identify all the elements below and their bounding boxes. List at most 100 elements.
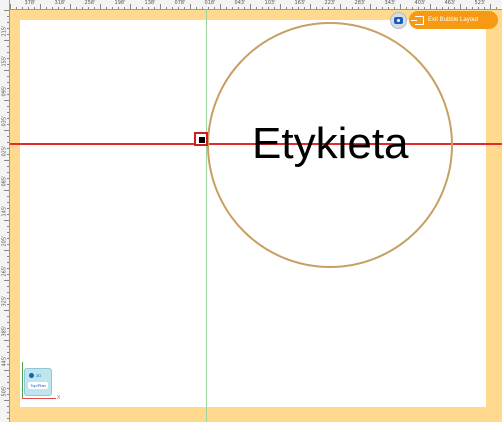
left-ruler-tick [7,298,9,299]
top-ruler-tick [466,7,467,9]
left-ruler-tick [7,256,9,257]
top-ruler-tick [196,7,197,9]
top-ruler-tick [430,4,431,9]
top-ruler-tick [346,7,347,9]
top-ruler-tick [52,7,53,9]
top-ruler-tick [76,7,77,9]
top-ruler-tick [154,7,155,9]
left-ruler-tick [7,34,9,35]
y-axis-indicator [22,362,23,398]
left-ruler-tick [7,88,9,89]
selected-node-handle[interactable] [194,132,208,146]
left-ruler-tick [4,10,9,11]
left-ruler-tick [7,28,9,29]
left-ruler-tick [7,316,9,317]
top-ruler-tick [364,7,365,9]
vertical-guide-line[interactable] [206,9,207,422]
left-ruler-tick [7,106,9,107]
left-ruler-tick [7,352,9,353]
top-ruler-tick [424,7,425,9]
left-ruler-tick [7,304,9,305]
top-ruler-tick [328,7,329,9]
top-ruler-label: 018' [204,0,216,6]
left-ruler-tick [4,370,9,371]
top-ruler-tick [208,7,209,9]
top-ruler-label: 318' [54,0,66,6]
top-ruler-tick [142,7,143,9]
top-ruler-tick [178,7,179,9]
top-ruler-tick [406,7,407,9]
top-ruler-tick [412,7,413,9]
left-ruler-tick [7,406,9,407]
top-ruler-tick [172,7,173,9]
top-ruler-tick [316,7,317,9]
top-ruler-tick [352,7,353,9]
top-ruler-tick [190,4,191,9]
left-ruler-tick [7,112,9,113]
top-ruler-tick [478,7,479,9]
left-ruler-tick [7,154,9,155]
top-ruler-tick [334,7,335,9]
top-ruler-tick [22,7,23,9]
left-ruler-tick [7,334,9,335]
top-ruler-tick [202,7,203,9]
left-ruler-tick [4,190,9,191]
left-ruler-tick [7,172,9,173]
top-ruler-label: 103' [264,0,276,6]
left-ruler-tick [7,76,9,77]
top-ruler-tick [94,7,95,9]
top-ruler-tick [304,7,305,9]
top-ruler-tick [106,7,107,9]
left-ruler-tick [7,328,9,329]
top-ruler-tick [370,4,371,9]
top-ruler-tick [184,7,185,9]
top-ruler-tick [214,7,215,9]
top-ruler-label: 078' [174,0,186,6]
top-ruler-tick [244,7,245,9]
top-ruler-label: 378' [24,0,36,6]
top-ruler-tick [286,7,287,9]
x-axis-label: X [57,395,61,401]
top-ruler-tick [382,7,383,9]
view-plan-label[interactable]: Top/Plan [28,382,48,389]
left-ruler-tick [7,52,9,53]
exit-bubble-layout-button[interactable]: Exit Bubble Layout [409,11,498,29]
left-ruler-tick [4,220,9,221]
top-ruler-label: 138' [144,0,156,6]
top-ruler-tick [400,4,401,9]
bubble-label[interactable]: Etykieta [252,118,409,170]
top-ruler-tick [166,7,167,9]
top-ruler-tick [394,7,395,9]
left-ruler-tick [7,178,9,179]
left-ruler-tick [4,40,9,41]
top-ruler-label: 283' [354,0,366,6]
left-ruler-tick [7,388,9,389]
top-ruler-label: 258' [84,0,96,6]
left-ruler-tick [4,250,9,251]
top-ruler-label: 043' [234,0,246,6]
left-ruler-tick [7,22,9,23]
left-ruler-tick [4,280,9,281]
view-toggle-button[interactable] [390,12,407,29]
top-ruler-tick [454,7,455,9]
left-ruler-tick [4,400,9,401]
left-ruler-tick [4,130,9,131]
top-ruler-label: 463' [444,0,456,6]
left-ruler-tick [7,124,9,125]
top-ruler-tick [442,7,443,9]
left-ruler-tick [4,100,9,101]
left-ruler-tick [7,262,9,263]
top-ruler-tick [112,7,113,9]
view-orientation-widget[interactable]: 2D Top/Plan [24,368,52,396]
left-ruler-tick [7,394,9,395]
top-ruler-tick [268,7,269,9]
top-ruler-tick [340,4,341,9]
top-ruler-tick [490,4,491,9]
top-ruler-tick [256,7,257,9]
top-ruler-tick [136,7,137,9]
left-ruler-tick [7,346,9,347]
top-ruler-tick [418,7,419,9]
top-ruler-tick [472,7,473,9]
left-ruler-tick [7,46,9,47]
top-ruler-tick [82,7,83,9]
